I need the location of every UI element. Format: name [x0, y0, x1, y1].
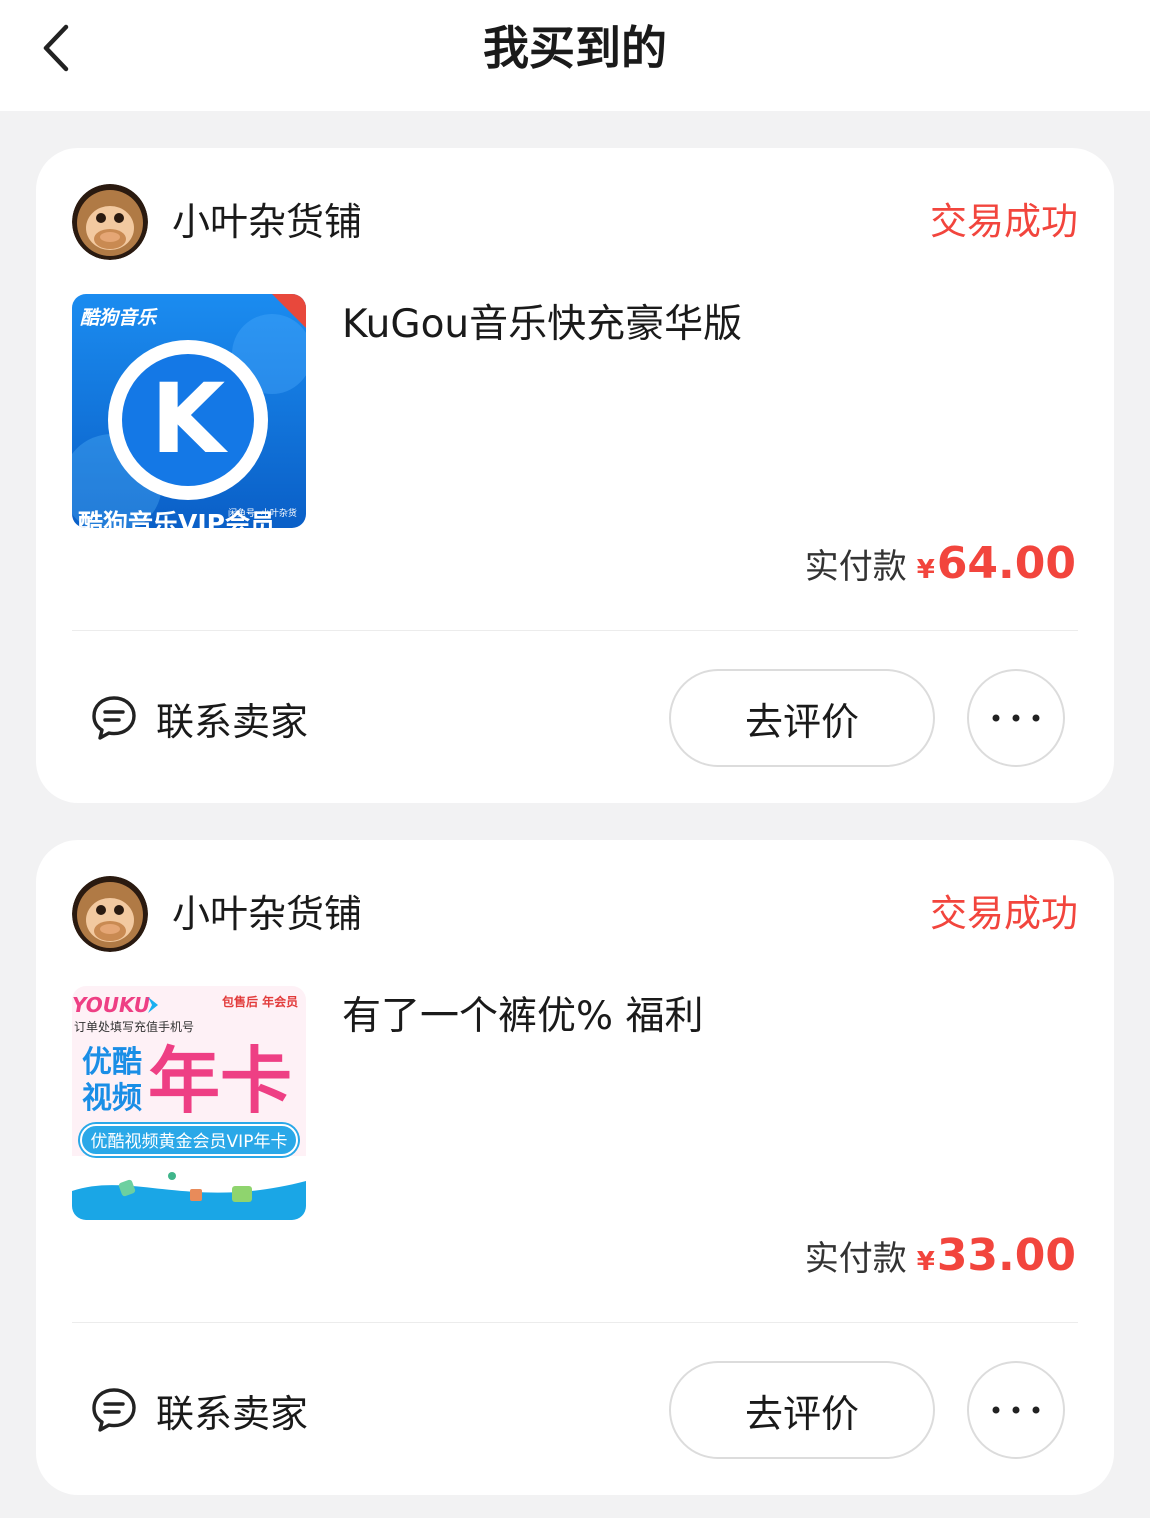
price-currency: ¥ — [916, 1247, 935, 1277]
chat-bubble-icon — [92, 696, 136, 740]
contact-seller-button[interactable]: 联系卖家 — [90, 1360, 308, 1460]
svg-text:K: K — [151, 363, 229, 475]
youku-thumbnail-image: YOUKU 包售后 年会员 订单处填写充值手机号 优酷 视频 年卡 优酷视频黄金… — [72, 986, 306, 1220]
chat-bubble-icon — [92, 1388, 136, 1432]
svg-text:优酷: 优酷 — [82, 1045, 142, 1080]
contact-seller-button[interactable]: 联系卖家 — [90, 668, 308, 768]
shop-row: 小叶杂货铺 交易成功 — [72, 184, 1078, 260]
svg-text:订单处填写充值手机号: 订单处填写充值手机号 — [74, 1019, 194, 1034]
shop-avatar[interactable] — [72, 876, 148, 952]
kugou-thumbnail-image: K 酷狗音乐 闲鱼号: 小叶杂货 酷狗音乐VIP会员 — [72, 294, 306, 528]
shop-row: 小叶杂货铺 交易成功 — [72, 876, 1078, 952]
contact-seller-label: 联系卖家 — [156, 1391, 309, 1436]
svg-text:YOUKU: YOUKU — [72, 993, 150, 1017]
divider — [72, 630, 1078, 631]
monkey-avatar-icon — [72, 876, 148, 952]
product-title[interactable]: 有了一个裤优% 福利 — [342, 990, 1062, 1044]
product-thumbnail[interactable]: YOUKU 包售后 年会员 订单处填写充值手机号 优酷 视频 年卡 优酷视频黄金… — [72, 986, 306, 1220]
shop-avatar[interactable] — [72, 184, 148, 260]
shop-name[interactable]: 小叶杂货铺 — [172, 184, 362, 260]
monkey-avatar-icon — [72, 184, 148, 260]
svg-text:包售后 年会员: 包售后 年会员 — [221, 994, 298, 1009]
svg-text:优酷视频黄金会员VIP年卡: 优酷视频黄金会员VIP年卡 — [91, 1132, 288, 1152]
review-button[interactable]: 去评价 — [669, 669, 935, 767]
thumbnail-brand: 酷狗音乐 — [80, 307, 158, 329]
price-value: 64.00 — [936, 538, 1076, 589]
price-row: 实付款 ¥ 33.00 — [805, 1230, 1076, 1290]
more-button[interactable] — [967, 669, 1065, 767]
svg-text:视频: 视频 — [82, 1081, 142, 1116]
product-thumbnail[interactable]: K 酷狗音乐 闲鱼号: 小叶杂货 酷狗音乐VIP会员 — [72, 294, 306, 528]
order-status: 交易成功 — [930, 892, 1078, 935]
page-title: 我买到的 — [483, 21, 667, 75]
more-button[interactable] — [967, 1361, 1065, 1459]
product-title[interactable]: KuGou音乐快充豪华版 — [342, 298, 1062, 352]
price-currency: ¥ — [916, 555, 935, 585]
price-row: 实付款 ¥ 64.00 — [805, 538, 1076, 598]
order-status: 交易成功 — [930, 200, 1078, 243]
top-bar: 我买到的 — [0, 0, 1150, 111]
shop-name[interactable]: 小叶杂货铺 — [172, 876, 362, 952]
review-button[interactable]: 去评价 — [669, 1361, 935, 1459]
price-label: 实付款 — [804, 547, 907, 587]
price-value: 33.00 — [936, 1230, 1076, 1281]
order-card[interactable]: 小叶杂货铺 交易成功 YOUKU 包售后 年会员 订单处填写充值手机号 优酷 视… — [36, 840, 1114, 1495]
divider — [72, 1322, 1078, 1323]
price-label: 实付款 — [804, 1239, 907, 1279]
contact-seller-label: 联系卖家 — [156, 699, 309, 744]
svg-text:年卡: 年卡 — [148, 1039, 292, 1123]
svg-text:酷狗音乐VIP会员: 酷狗音乐VIP会员 — [78, 509, 275, 528]
order-card[interactable]: 小叶杂货铺 交易成功 K 酷狗音乐 闲鱼号: 小叶杂货 酷狗音乐VIP会员 Ku… — [36, 148, 1114, 803]
more-dots-icon — [992, 1406, 1040, 1414]
more-dots-icon — [992, 714, 1040, 722]
